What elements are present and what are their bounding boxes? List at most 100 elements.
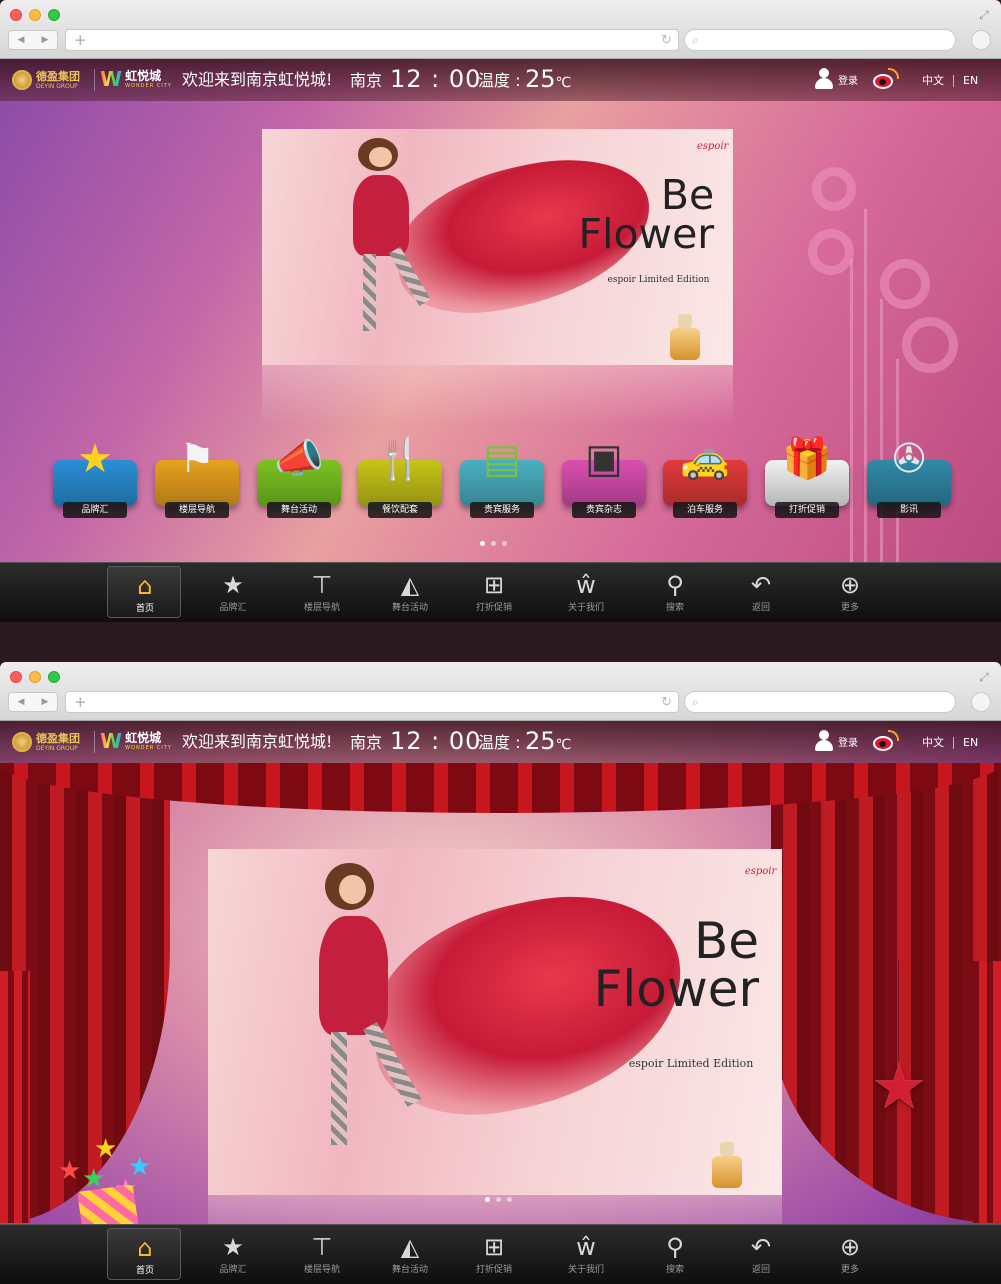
toolbar-stage-events[interactable]: ◭ 舞台活动	[373, 1228, 447, 1280]
deyin-group-logo[interactable]: 德盈集团 DEYIN GROUP	[12, 730, 80, 754]
pager-dot-3[interactable]	[502, 541, 507, 546]
language-english[interactable]: EN	[963, 74, 978, 88]
toolbar-label: 首页	[135, 1266, 154, 1276]
new-tab-icon[interactable]: +	[74, 693, 87, 711]
film-reel-icon: ✇	[892, 436, 926, 482]
toolbar-about[interactable]: ŵ 关于我们	[549, 1228, 623, 1280]
decorative-ring	[902, 317, 958, 373]
back-arrow-icon[interactable]: ◀	[9, 31, 33, 49]
cards-icon: ▤	[483, 436, 521, 482]
address-bar[interactable]: + ↻	[65, 29, 679, 51]
extension-button[interactable]	[971, 692, 991, 712]
browser-search-field[interactable]: ⌕	[684, 691, 956, 713]
pager-dot-1[interactable]	[480, 541, 485, 546]
pager-dot-2[interactable]	[491, 541, 496, 546]
language-chinese[interactable]: 中文	[922, 74, 944, 88]
toolbar-promotions[interactable]: ⊞ 打折促销	[457, 566, 531, 618]
wonder-city-logo-cn: 虹悦城	[125, 69, 162, 83]
banner-brand: espoir	[744, 866, 777, 878]
maximize-window-button[interactable]	[48, 9, 60, 21]
temperature-number: 25	[525, 727, 556, 755]
language-english[interactable]: EN	[963, 736, 978, 750]
toolbar-about[interactable]: ŵ 关于我们	[549, 566, 623, 618]
close-window-button[interactable]	[10, 9, 22, 21]
top-bar: 德盈集团 DEYIN GROUP W 虹悦城 WONDER CITY 欢迎来到南…	[0, 59, 1001, 101]
banner-headline: Be Flower	[594, 916, 759, 1013]
category-parking[interactable]: 🚕 泊车服务	[663, 430, 747, 520]
wonder-city-logo-cn: 虹悦城	[125, 731, 162, 745]
toolbar-floor-guide[interactable]: ⊤ 楼层导航	[285, 1228, 359, 1280]
category-vip-magazine[interactable]: ▣ 贵宾杂志	[562, 430, 646, 520]
banner-edition: espoir Limited Edition	[628, 1056, 754, 1070]
login-link[interactable]: 登录	[838, 737, 858, 751]
browser-chrome: ⤢ ◀ ▶ + ↻ ⌕	[0, 0, 1001, 59]
toolbar-label: 返回	[751, 1265, 770, 1275]
toolbar-label: 关于我们	[567, 603, 604, 613]
reload-icon[interactable]: ↻	[661, 694, 672, 711]
star-icon: ★	[77, 436, 113, 482]
language-chinese[interactable]: 中文	[922, 736, 944, 750]
category-promotions[interactable]: 🎁 打折促销	[765, 430, 849, 520]
new-tab-icon[interactable]: +	[74, 31, 87, 49]
category-brands[interactable]: ★ 品牌汇	[53, 430, 137, 520]
fullscreen-icon[interactable]: ⤢	[977, 8, 991, 22]
wonder-city-logo[interactable]: W 虹悦城 WONDER CITY	[100, 67, 172, 91]
promo-banner[interactable]: espoir Be Flower espoir Limited Edition	[262, 129, 733, 365]
minimize-window-button[interactable]	[29, 671, 41, 683]
browser-search-field[interactable]: ⌕	[684, 29, 956, 51]
promo-banner[interactable]: espoir Be Flower espoir Limited Edition	[208, 849, 782, 1195]
user-icon[interactable]	[814, 68, 834, 90]
toolbar-home[interactable]: ⌂ 首页	[107, 1228, 181, 1280]
toolbar-brands[interactable]: ★ 品牌汇	[196, 1228, 270, 1280]
wonder-city-logo-en: WONDER CITY	[125, 83, 172, 89]
banner-headline-line2: Flower	[578, 210, 715, 259]
toolbar-brands[interactable]: ★ 品牌汇	[196, 566, 270, 618]
deyin-group-logo[interactable]: 德盈集团 DEYIN GROUP	[12, 68, 80, 92]
city-name: 南京	[350, 71, 383, 90]
pager-dot-2[interactable]	[496, 1197, 501, 1202]
forward-arrow-icon[interactable]: ▶	[33, 31, 57, 49]
ornament-string	[898, 961, 899, 1061]
category-label: 餐饮配套	[368, 502, 432, 518]
login-link[interactable]: 登录	[838, 75, 858, 89]
toolbar-floor-guide[interactable]: ⊤ 楼层导航	[285, 566, 359, 618]
toolbar-home[interactable]: ⌂ 首页	[107, 566, 181, 618]
weibo-icon[interactable]	[873, 730, 899, 754]
address-bar[interactable]: + ↻	[65, 691, 679, 713]
back-arrow-icon[interactable]: ◀	[9, 693, 33, 711]
toolbar-promotions[interactable]: ⊞ 打折促销	[457, 1228, 531, 1280]
toolbar-label: 楼层导航	[303, 603, 340, 613]
toolbar-back[interactable]: ↶ 返回	[724, 566, 798, 618]
history-nav: ◀ ▶	[8, 30, 58, 50]
toolbar-search[interactable]: ⚲ 搜索	[638, 1228, 712, 1280]
close-window-button[interactable]	[10, 671, 22, 683]
category-movies[interactable]: ✇ 影讯	[867, 430, 951, 520]
toolbar-search[interactable]: ⚲ 搜索	[638, 566, 712, 618]
perfume-bottle-icon	[670, 314, 701, 361]
extension-button[interactable]	[971, 30, 991, 50]
toolbar-more[interactable]: ⊕ 更多	[813, 1228, 887, 1280]
forward-arrow-icon[interactable]: ▶	[33, 693, 57, 711]
decorative-ring	[812, 167, 856, 211]
user-icon[interactable]	[814, 730, 834, 752]
welcome-text: 欢迎来到南京虹悦城!	[182, 70, 333, 89]
pager-dot-1[interactable]	[485, 1197, 490, 1202]
wonder-city-logo[interactable]: W 虹悦城 WONDER CITY	[100, 729, 172, 753]
minimize-window-button[interactable]	[29, 9, 41, 21]
toolbar-back[interactable]: ↶ 返回	[724, 1228, 798, 1280]
toolbar-stage-events[interactable]: ◭ 舞台活动	[373, 566, 447, 618]
category-dining[interactable]: 🍴 餐饮配套	[358, 430, 442, 520]
logo-divider	[94, 69, 95, 91]
toolbar-more[interactable]: ⊕ 更多	[813, 566, 887, 618]
category-floor-guide[interactable]: ⚑ 楼层导航	[155, 430, 239, 520]
category-vip-service[interactable]: ▤ 贵宾服务	[460, 430, 544, 520]
reload-icon[interactable]: ↻	[661, 32, 672, 49]
banner-reflection	[262, 365, 733, 425]
fullscreen-icon[interactable]: ⤢	[977, 670, 991, 684]
logo-divider	[94, 731, 95, 753]
maximize-window-button[interactable]	[48, 671, 60, 683]
weibo-icon[interactable]	[873, 68, 899, 92]
banner-model-figure	[342, 138, 431, 341]
category-stage-events[interactable]: 📣 舞台活动	[257, 430, 341, 520]
pager-dot-3[interactable]	[507, 1197, 512, 1202]
